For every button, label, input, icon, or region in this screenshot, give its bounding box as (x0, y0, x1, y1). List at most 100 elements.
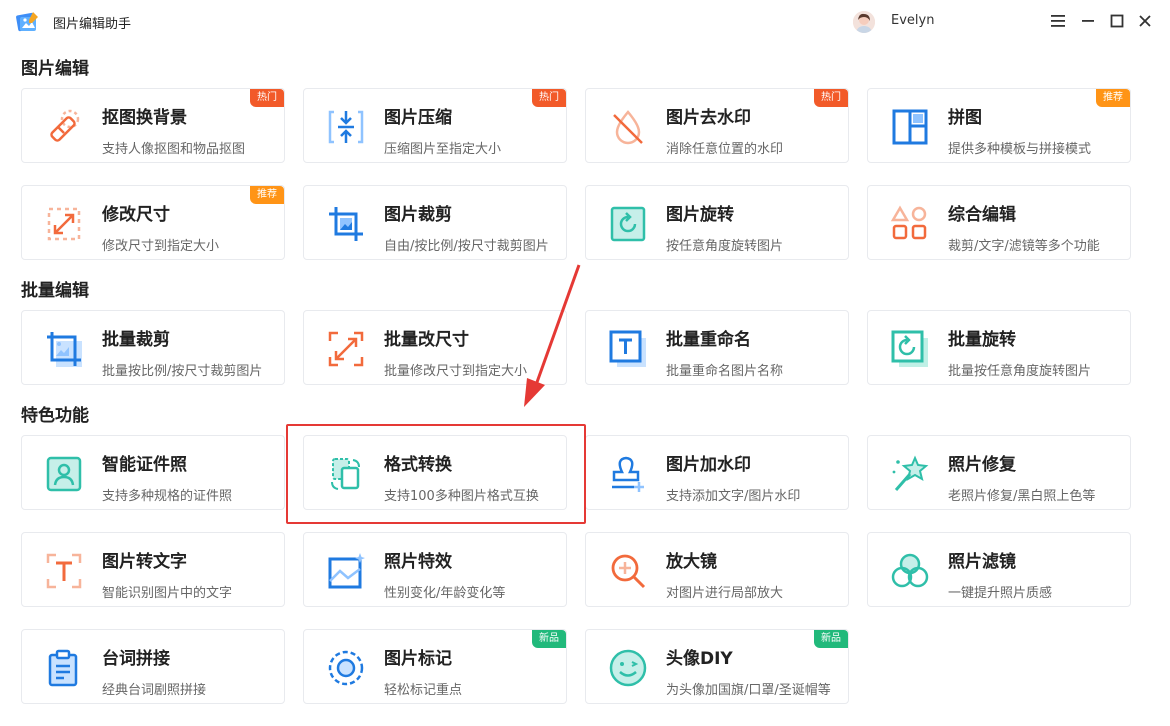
stamp-icon (612, 456, 644, 492)
card-description: 支持添加文字/图片水印 (666, 489, 801, 504)
clipboard-icon (48, 649, 78, 687)
card-title: 图片转文字 (102, 552, 187, 572)
card-add-watermark[interactable]: 图片加水印 支持添加文字/图片水印 (585, 435, 849, 510)
magic-wand-icon (892, 455, 929, 491)
card-description: 批量按比例/按尺寸裁剪图片 (102, 364, 263, 379)
card-description: 修改尺寸到指定大小 (102, 239, 220, 254)
card-cutout-background[interactable]: 抠图换背景 支持人像抠图和物品抠图 热门 (21, 88, 285, 163)
magnifier-icon (611, 554, 646, 589)
card-title: 图片压缩 (384, 108, 452, 128)
card-description: 为头像加国旗/口罩/圣诞帽等 (666, 683, 831, 698)
menu-icon (1051, 15, 1065, 27)
card-image-crop[interactable]: 图片裁剪 自由/按比例/按尺寸裁剪图片 (303, 185, 567, 260)
section-title-batch-edit: 批量编辑 (21, 281, 89, 301)
card-magnifier[interactable]: 放大镜 对图片进行局部放大 (585, 532, 849, 607)
card-format-convert[interactable]: 格式转换 支持100多种图片格式互换 (303, 435, 567, 510)
card-description: 压缩图片至指定大小 (384, 142, 502, 157)
card-id-photo[interactable]: 智能证件照 支持多种规格的证件照 (21, 435, 285, 510)
resize-icon (47, 207, 81, 241)
card-title: 放大镜 (666, 552, 717, 572)
id-photo-icon (46, 456, 82, 492)
card-comprehensive-edit[interactable]: 综合编辑 裁剪/文字/滤镜等多个功能 (867, 185, 1131, 260)
new-badge: 新品 (532, 630, 566, 648)
mark-icon (328, 650, 364, 686)
card-resize[interactable]: 修改尺寸 修改尺寸到指定大小 推荐 (21, 185, 285, 260)
card-description: 批量重命名图片名称 (666, 364, 784, 379)
card-line-collage[interactable]: 台词拼接 经典台词剧照拼接 (21, 629, 285, 704)
format-convert-icon (331, 458, 360, 490)
close-icon (1139, 15, 1151, 27)
eraser-icon (50, 109, 80, 142)
card-description: 支持人像抠图和物品抠图 (102, 142, 246, 157)
card-photo-filter[interactable]: 照片滤镜 一键提升照片质感 (867, 532, 1131, 607)
card-description: 老照片修复/黑白照上色等 (948, 489, 1096, 504)
card-title: 头像DIY (666, 649, 733, 669)
username[interactable]: Evelyn (891, 13, 934, 28)
card-photo-repair[interactable]: 照片修复 老照片修复/黑白照上色等 (867, 435, 1131, 510)
section-title-features: 特色功能 (21, 406, 89, 426)
title-bar: 图片编辑助手 Evelyn (0, 0, 1170, 44)
card-description: 自由/按比例/按尺寸裁剪图片 (384, 239, 549, 254)
card-title: 修改尺寸 (102, 205, 170, 225)
card-title: 格式转换 (384, 455, 452, 475)
card-description: 裁剪/文字/滤镜等多个功能 (948, 239, 1100, 254)
card-description: 按任意角度旋转图片 (666, 239, 784, 254)
card-image-mark[interactable]: 图片标记 轻松标记重点 新品 (303, 629, 567, 704)
photo-effect-icon (328, 553, 365, 589)
card-description: 支持100多种图片格式互换 (384, 489, 539, 504)
card-title: 智能证件照 (102, 455, 187, 475)
rename-icon (609, 330, 646, 367)
card-title: 图片去水印 (666, 108, 751, 128)
card-title: 图片旋转 (666, 205, 734, 225)
card-description: 经典台词剧照拼接 (102, 683, 207, 698)
collage-icon (892, 109, 928, 145)
app-title: 图片编辑助手 (53, 17, 132, 32)
card-title: 批量重命名 (666, 330, 751, 350)
crop-icon (329, 207, 363, 241)
maximize-button[interactable] (1106, 10, 1128, 32)
card-description: 支持多种规格的证件照 (102, 489, 233, 504)
card-description: 批量按任意角度旋转图片 (948, 364, 1092, 379)
card-title: 照片滤镜 (948, 552, 1016, 572)
card-description: 性别变化/年龄变化等 (384, 586, 506, 601)
maximize-icon (1110, 14, 1124, 28)
card-photo-effects[interactable]: 照片特效 性别变化/年龄变化等 (303, 532, 567, 607)
batch-rotate-icon (891, 330, 928, 367)
filter-icon (891, 553, 929, 588)
card-description: 消除任意位置的水印 (666, 142, 784, 157)
compress-icon (328, 110, 364, 144)
card-remove-watermark[interactable]: 图片去水印 消除任意位置的水印 热门 (585, 88, 849, 163)
rotate-icon (610, 206, 646, 242)
close-button[interactable] (1134, 10, 1156, 32)
card-title: 批量改尺寸 (384, 330, 469, 350)
card-title: 台词拼接 (102, 649, 170, 669)
minimize-button[interactable] (1077, 10, 1099, 32)
section-title-image-edit: 图片编辑 (21, 59, 89, 79)
card-image-compress[interactable]: 图片压缩 压缩图片至指定大小 热门 (303, 88, 567, 163)
smile-face-icon (609, 649, 647, 687)
card-description: 批量修改尺寸到指定大小 (384, 364, 528, 379)
recommend-badge: 推荐 (250, 186, 284, 204)
recommend-badge: 推荐 (1096, 89, 1130, 107)
batch-resize-icon (328, 331, 364, 367)
card-batch-resize[interactable]: 批量改尺寸 批量修改尺寸到指定大小 (303, 310, 567, 385)
card-batch-rotate[interactable]: 批量旋转 批量按任意角度旋转图片 (867, 310, 1131, 385)
card-title: 图片加水印 (666, 455, 751, 475)
avatar[interactable] (853, 11, 875, 33)
card-image-to-text[interactable]: 图片转文字 智能识别图片中的文字 (21, 532, 285, 607)
card-avatar-diy[interactable]: 头像DIY 为头像加国旗/口罩/圣诞帽等 新品 (585, 629, 849, 704)
card-title: 批量旋转 (948, 330, 1016, 350)
card-batch-rename[interactable]: 批量重命名 批量重命名图片名称 (585, 310, 849, 385)
batch-crop-icon (47, 332, 82, 367)
card-collage[interactable]: 拼图 提供多种模板与拼接模式 推荐 (867, 88, 1131, 163)
minimize-icon (1082, 20, 1094, 22)
card-title: 图片裁剪 (384, 205, 452, 225)
app-logo-icon (16, 12, 38, 32)
user-avatar-icon (853, 11, 875, 33)
card-batch-crop[interactable]: 批量裁剪 批量按比例/按尺寸裁剪图片 (21, 310, 285, 385)
card-image-rotate[interactable]: 图片旋转 按任意角度旋转图片 (585, 185, 849, 260)
new-badge: 新品 (814, 630, 848, 648)
ocr-text-icon (46, 553, 82, 589)
card-title: 图片标记 (384, 649, 452, 669)
menu-button[interactable] (1047, 10, 1069, 32)
